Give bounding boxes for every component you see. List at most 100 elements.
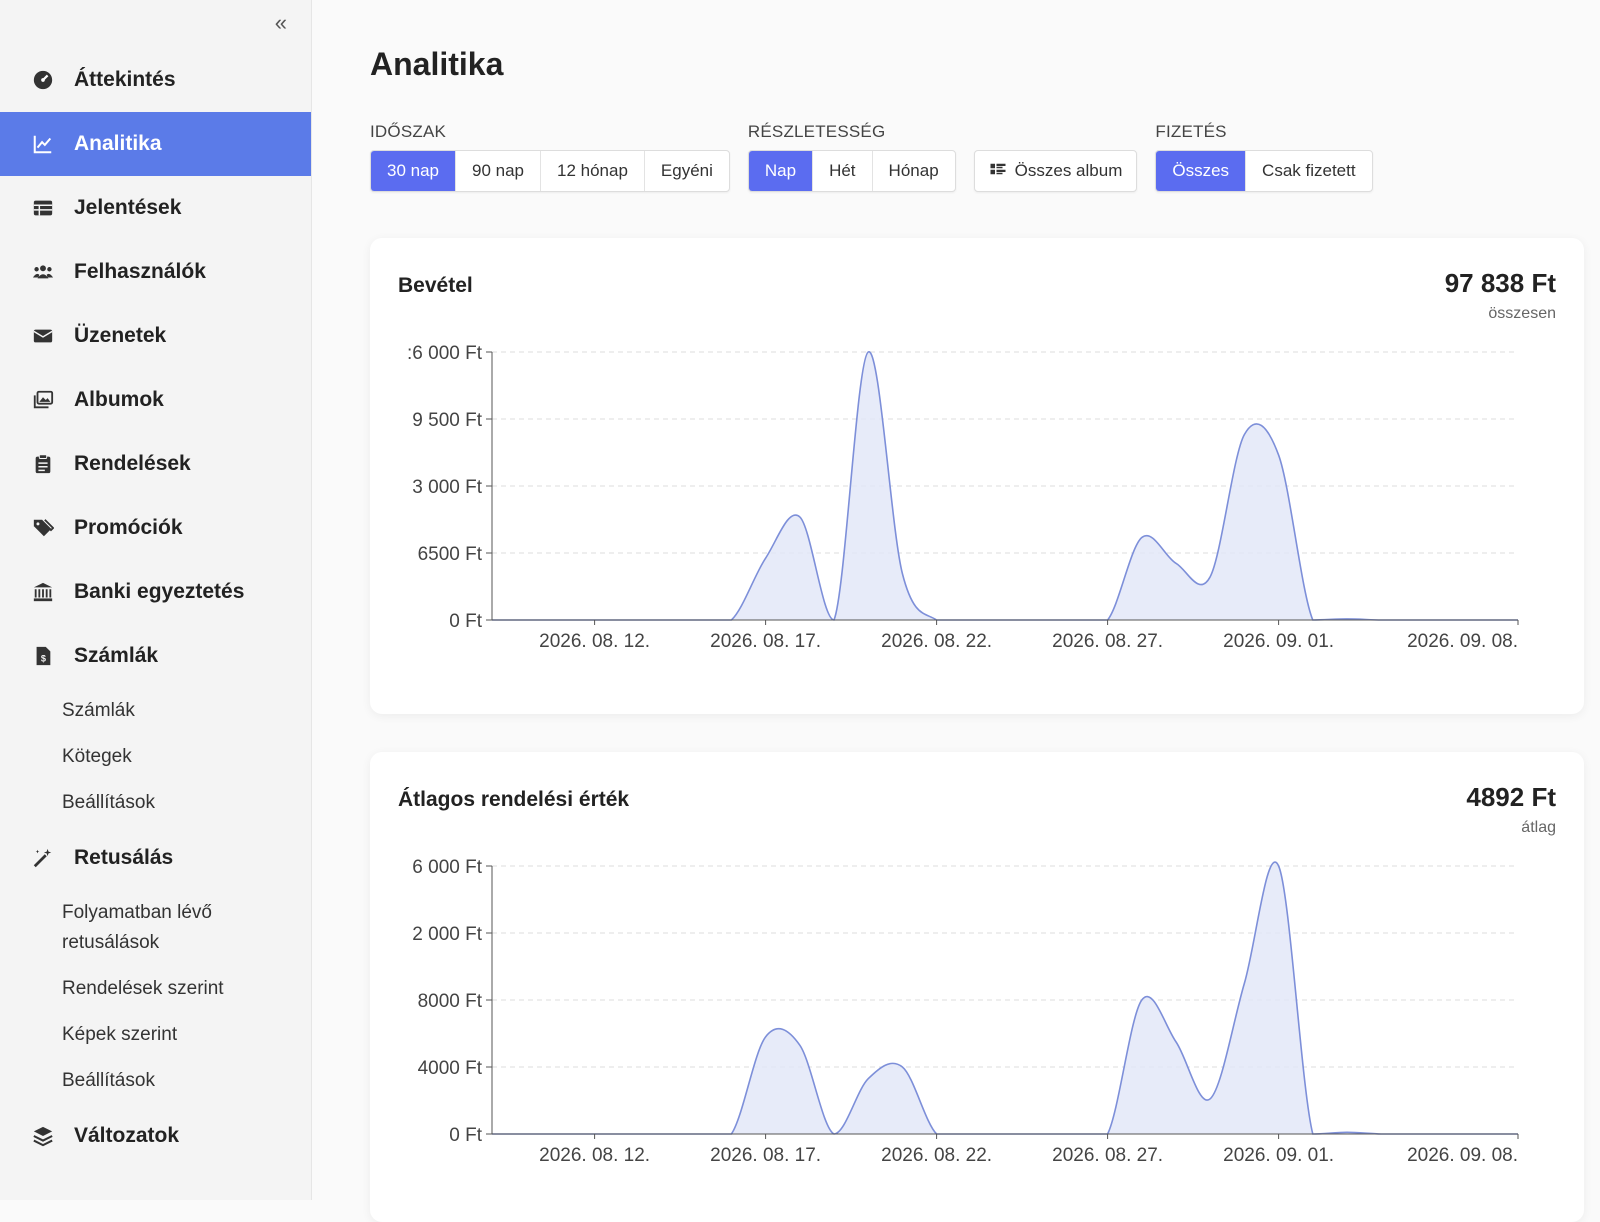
card-total: 4892 Ft átlag xyxy=(1466,782,1556,837)
x-tick-label: 2026. 08. 12. xyxy=(539,1145,650,1166)
granularity-option-week[interactable]: Hét xyxy=(813,151,873,191)
clipboard-icon xyxy=(32,453,74,475)
sidebar-item-label: Számlák xyxy=(74,644,159,667)
album-filter-button[interactable]: Összes album xyxy=(973,150,1138,192)
sidebar-item-variants[interactable]: Változatok xyxy=(0,1104,311,1168)
sidebar-nav: Áttekintés Analitika Jelentések Felhaszn… xyxy=(0,48,311,1168)
total-value: 97 838 Ft xyxy=(1444,268,1556,298)
period-option-custom[interactable]: Egyéni xyxy=(645,151,729,191)
total-caption: összesen xyxy=(1488,305,1556,322)
card-title: Átlagos rendelési érték xyxy=(398,788,630,811)
granularity-segmented-control: Nap Hét Hónap xyxy=(747,150,956,192)
y-tick-label: 4000 Ft xyxy=(418,1058,483,1079)
sidebar-subitem-invoice-settings[interactable]: Beállítások xyxy=(0,780,311,826)
bank-icon xyxy=(32,581,74,603)
granularity-option-month[interactable]: Hónap xyxy=(873,151,955,191)
sidebar-item-promotions[interactable]: Promóciók xyxy=(0,496,311,560)
card-title: Bevétel xyxy=(398,274,473,297)
payment-option-all[interactable]: Összes xyxy=(1156,151,1247,191)
y-tick-label: 0 Ft xyxy=(449,1125,482,1146)
payment-segmented-control: Összes Csak fizetett xyxy=(1155,150,1373,192)
sidebar-subitem-invoices[interactable]: Számlák xyxy=(0,688,311,734)
tags-icon xyxy=(32,517,74,539)
sidebar-item-bank-reconciliation[interactable]: Banki egyeztetés xyxy=(0,560,311,624)
payment-option-paid-only[interactable]: Csak fizetett xyxy=(1246,151,1372,191)
period-option-30-days[interactable]: 30 nap xyxy=(371,151,456,191)
x-tick-label: 2026. 08. 27. xyxy=(1052,631,1163,652)
series-line xyxy=(491,861,1518,1135)
y-tick-label: :6 000 Ft xyxy=(407,343,483,364)
period-filter-label: IDŐSZAK xyxy=(370,122,447,141)
sidebar-item-label: Jelentések xyxy=(74,196,182,219)
x-tick-label: 2026. 08. 27. xyxy=(1052,1145,1163,1166)
period-segmented-control: 30 nap 90 nap 12 hónap Egyéni xyxy=(370,150,730,192)
sidebar-item-label: Áttekintés xyxy=(74,68,176,91)
main-content: Analitika IDŐSZAK 30 nap 90 nap 12 hónap… xyxy=(312,0,1600,1222)
collapse-sidebar-button[interactable]: « xyxy=(275,12,287,34)
card-total: 97 838 Ft összesen xyxy=(1445,268,1556,323)
sidebar-item-label: Promóciók xyxy=(74,516,183,539)
sidebar-item-label: Rendelések xyxy=(74,452,191,475)
y-tick-label: 6 000 Ft xyxy=(412,857,482,878)
chart-line-icon xyxy=(32,133,74,155)
granularity-filter: RÉSZLETESSÉG Nap Hét Hónap xyxy=(747,122,956,192)
sidebar-subitem-retouch-in-progress[interactable]: Folyamatban lévő retusálások xyxy=(0,890,311,966)
average-order-value-card: Átlagos rendelési érték 4892 Ft átlag 6 … xyxy=(370,752,1584,1222)
sidebar-item-label: Retusálás xyxy=(74,846,174,869)
period-option-90-days[interactable]: 90 nap xyxy=(456,151,541,191)
y-tick-label: 0 Ft xyxy=(449,611,482,632)
users-icon xyxy=(32,261,74,283)
y-tick-label: 2 000 Ft xyxy=(412,924,482,945)
y-tick-label: 9 500 Ft xyxy=(412,410,482,431)
sidebar-item-label: Albumok xyxy=(74,388,164,411)
x-tick-label: 2026. 09. 08. xyxy=(1407,1145,1518,1166)
sidebar-subitem-retouch-settings[interactable]: Beállítások xyxy=(0,1058,311,1104)
layers-icon xyxy=(32,1125,74,1147)
sidebar-item-invoices[interactable]: $ Számlák xyxy=(0,624,311,688)
magic-wand-icon xyxy=(32,847,74,869)
y-tick-label: 6500 Ft xyxy=(418,544,483,565)
sidebar-item-reports[interactable]: Jelentések xyxy=(0,176,311,240)
page-title: Analitika xyxy=(370,46,504,82)
envelope-icon xyxy=(32,325,74,347)
y-tick-label: 3 000 Ft xyxy=(412,477,482,498)
sidebar-subitem-retouch-by-order[interactable]: Rendelések szerint xyxy=(0,966,311,1012)
sidebar-item-label: Analitika xyxy=(74,132,162,155)
period-filter: IDŐSZAK 30 nap 90 nap 12 hónap Egyéni xyxy=(370,122,730,192)
total-value: 4892 Ft xyxy=(1466,782,1556,812)
album-filter-label: Összes album xyxy=(1014,161,1123,180)
table-icon xyxy=(32,197,74,219)
x-tick-label: 2026. 08. 22. xyxy=(881,1145,992,1166)
sidebar-item-messages[interactable]: Üzenetek xyxy=(0,304,311,368)
x-tick-label: 2026. 09. 08. xyxy=(1407,631,1518,652)
x-tick-label: 2026. 08. 22. xyxy=(881,631,992,652)
sidebar-item-label: Üzenetek xyxy=(74,324,167,347)
sidebar-subitem-batches[interactable]: Kötegek xyxy=(0,734,311,780)
x-tick-label: 2026. 08. 12. xyxy=(539,631,650,652)
album-icon xyxy=(989,160,1007,183)
payment-filter-label: FIZETÉS xyxy=(1155,122,1227,141)
sidebar: « Áttekintés Analitika Jelentések Felhas… xyxy=(0,0,312,1200)
granularity-option-day[interactable]: Nap xyxy=(748,151,814,191)
sidebar-item-label: Változatok xyxy=(74,1124,180,1147)
total-caption: átlag xyxy=(1521,819,1556,836)
x-tick-label: 2026. 09. 01. xyxy=(1223,631,1334,652)
sidebar-subitem-retouch-by-image[interactable]: Képek szerint xyxy=(0,1012,311,1058)
period-option-12-months[interactable]: 12 hónap xyxy=(541,151,645,191)
sidebar-item-retouching[interactable]: Retusálás xyxy=(0,826,311,890)
revenue-chart: :6 000 Ft 9 500 Ft 3 000 Ft 6500 Ft 0 Ft 2026… xyxy=(407,343,1519,652)
dashboard-icon xyxy=(32,69,74,91)
sidebar-item-label: Felhasználók xyxy=(74,260,206,283)
sidebar-item-analytics[interactable]: Analitika xyxy=(0,112,311,176)
y-tick-label: 8000 Ft xyxy=(418,991,483,1012)
sidebar-item-overview[interactable]: Áttekintés xyxy=(0,48,311,112)
sidebar-item-orders[interactable]: Rendelések xyxy=(0,432,311,496)
sidebar-item-label: Banki egyeztetés xyxy=(74,580,245,603)
filter-bar: IDŐSZAK 30 nap 90 nap 12 hónap Egyéni RÉ… xyxy=(370,122,1373,192)
sidebar-item-users[interactable]: Felhasználók xyxy=(0,240,311,304)
svg-text:$: $ xyxy=(41,654,46,664)
sidebar-item-albums[interactable]: Albumok xyxy=(0,368,311,432)
series-area xyxy=(492,862,1518,1134)
x-tick-label: 2026. 09. 01. xyxy=(1223,1145,1334,1166)
x-tick-label: 2026. 08. 17. xyxy=(710,631,821,652)
